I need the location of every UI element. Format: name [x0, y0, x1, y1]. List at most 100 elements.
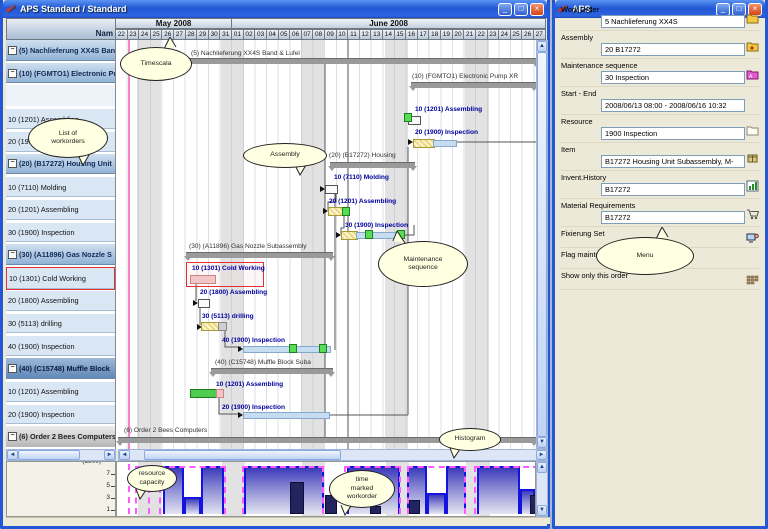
- scroll-up-icon[interactable]: ▲: [537, 462, 547, 473]
- operation-bar[interactable]: [404, 113, 412, 122]
- collapse-icon[interactable]: −: [8, 364, 17, 373]
- row-label: 20 (1800) Assembling: [8, 296, 79, 305]
- operation-row[interactable]: 10 (7110) Molding: [6, 176, 115, 199]
- operation-bar[interactable]: [365, 230, 373, 239]
- gantt-vertical-scrollbar[interactable]: ▲ ▼: [536, 40, 548, 449]
- day-cell: 22: [116, 29, 128, 40]
- summary-bar[interactable]: [211, 368, 333, 374]
- operation-row[interactable]: 20 (1900) Inspection: [6, 404, 115, 427]
- workstation-icon[interactable]: [746, 231, 759, 243]
- close-button[interactable]: ×: [530, 3, 544, 16]
- row-label: (20) (B17272) Housing Unit: [19, 159, 112, 168]
- collapse-icon[interactable]: −: [8, 250, 17, 259]
- form-field: Invent.HistoryB17272: [561, 171, 759, 199]
- summary-bar[interactable]: [156, 58, 536, 64]
- operation-bar[interactable]: [243, 346, 331, 353]
- scroll-right-icon[interactable]: ►: [536, 450, 547, 460]
- summary-bar[interactable]: [411, 82, 536, 88]
- operation-bar[interactable]: [243, 412, 330, 419]
- scroll-thumb[interactable]: [144, 450, 341, 460]
- month-header: June 2008: [232, 18, 546, 29]
- scroll-thumb[interactable]: [18, 450, 80, 460]
- scroll-right-icon[interactable]: ►: [104, 450, 115, 460]
- operation-bar[interactable]: [319, 344, 327, 353]
- app-icon: [6, 5, 16, 14]
- scroll-up-icon[interactable]: ▲: [537, 41, 547, 52]
- operation-row[interactable]: 10 (1301) Cold Working: [6, 267, 115, 290]
- collapse-icon[interactable]: −: [8, 46, 17, 55]
- field-value-input[interactable]: B17272 Housing Unit Subassembly, M-: [601, 155, 745, 168]
- folder-yellow-dot-icon[interactable]: [746, 39, 759, 51]
- scroll-left-icon[interactable]: ◄: [7, 450, 18, 460]
- day-cell: 13: [371, 29, 383, 40]
- field-label: Item: [561, 145, 759, 154]
- folder-yellow-icon[interactable]: [746, 11, 759, 23]
- operation-row[interactable]: 30 (1900) Inspection: [6, 222, 115, 245]
- operation-row[interactable]: 10 (1201) Assembling: [6, 381, 115, 404]
- operation-row[interactable]: 20 (1201) Assembling: [6, 199, 115, 222]
- folder-magenta-icon[interactable]: A: [746, 67, 759, 79]
- workorder-group-row[interactable]: −(30) (A11896) Gas Nozzle S: [6, 244, 115, 267]
- operation-bar[interactable]: [325, 185, 338, 194]
- main-titlebar[interactable]: APS Standard / Standard _ □ ×: [3, 0, 547, 18]
- operation-bar[interactable]: [218, 322, 227, 331]
- operation-bar[interactable]: [190, 389, 218, 398]
- operation-bar[interactable]: [216, 389, 224, 398]
- cart-icon[interactable]: [746, 207, 759, 219]
- collapse-icon[interactable]: −: [8, 159, 17, 168]
- scroll-down-icon[interactable]: ▼: [537, 437, 547, 448]
- collapse-icon[interactable]: −: [8, 432, 17, 441]
- summary-bar[interactable]: [330, 162, 415, 168]
- row-label: 10 (1301) Cold Working: [9, 274, 86, 283]
- workorder-group-row[interactable]: −(10) (FGMTO1) Electronic Pump: [6, 63, 115, 86]
- operation-bar[interactable]: [413, 139, 435, 148]
- minimize-button[interactable]: _: [498, 3, 512, 16]
- workorder-group-row[interactable]: −(6) Order 2 Bees Computers: [6, 426, 115, 449]
- marked-load-bar: [370, 506, 381, 514]
- day-cell: 15: [395, 29, 407, 40]
- operation-bar[interactable]: [342, 207, 350, 216]
- workorder-group-row[interactable]: −(5) Nachlieferung XX4S Band & Lufel: [6, 40, 115, 63]
- collapse-icon[interactable]: −: [8, 69, 17, 78]
- day-cell: 25: [511, 29, 523, 40]
- histogram-vertical-scrollbar[interactable]: ▲ ▼: [536, 461, 548, 517]
- row-label: (5) Nachlieferung XX4S Band & Lufel: [19, 46, 115, 55]
- package-icon[interactable]: [746, 151, 759, 163]
- day-cell: 01: [232, 29, 244, 40]
- operation-row[interactable]: 40 (1900) Inspection: [6, 335, 115, 358]
- scroll-down-icon[interactable]: ▼: [537, 505, 547, 516]
- gantt-horizontal-scrollbar[interactable]: ◄ ►: [118, 449, 548, 461]
- workorder-group-row[interactable]: −(40) (C15748) Muffle Block: [6, 358, 115, 381]
- maximize-button[interactable]: □: [514, 3, 528, 16]
- field-value-input[interactable]: 1900 Inspection: [601, 127, 745, 140]
- row-label: 20 (1900) Inspection: [8, 410, 75, 419]
- axis-tick: [111, 510, 115, 511]
- operation-bar[interactable]: [190, 275, 216, 284]
- day-cell: 03: [255, 29, 267, 40]
- field-value-input[interactable]: 5 Nachlieferung XX4S: [601, 15, 745, 28]
- day-cell: 27: [534, 29, 546, 40]
- row-label: (30) (A11896) Gas Nozzle S: [19, 250, 112, 259]
- field-value-input[interactable]: 20 B17272: [601, 43, 745, 56]
- axis-tick-label: 7: [106, 470, 110, 477]
- folder-plain-icon[interactable]: [746, 123, 759, 135]
- scroll-thumb[interactable]: [537, 52, 547, 437]
- field-value-input[interactable]: 30 Inspection: [601, 71, 745, 84]
- operation-row[interactable]: 30 (5113) drilling: [6, 313, 115, 336]
- day-cell: 30: [209, 29, 221, 40]
- scroll-left-icon[interactable]: ◄: [119, 450, 130, 460]
- operation-bar[interactable]: [289, 344, 297, 353]
- operation-bar[interactable]: [433, 140, 457, 147]
- field-value-input[interactable]: B17272: [601, 183, 745, 196]
- summary-bar[interactable]: [186, 252, 333, 258]
- operation-row[interactable]: [6, 85, 115, 108]
- operation-bar[interactable]: [198, 299, 210, 308]
- chart-icon[interactable]: [746, 179, 759, 191]
- operation-row[interactable]: 20 (1800) Assembling: [6, 290, 115, 313]
- annotation-callout: resource capacity: [127, 465, 177, 492]
- list-horizontal-scrollbar[interactable]: ◄ ►: [6, 449, 116, 461]
- field-value-input[interactable]: B17272: [601, 211, 745, 224]
- grid-icon[interactable]: [746, 273, 759, 285]
- day-cell: 09: [325, 29, 337, 40]
- field-value-input[interactable]: 2008/06/13 08:00 - 2008/06/16 10:32: [601, 99, 745, 112]
